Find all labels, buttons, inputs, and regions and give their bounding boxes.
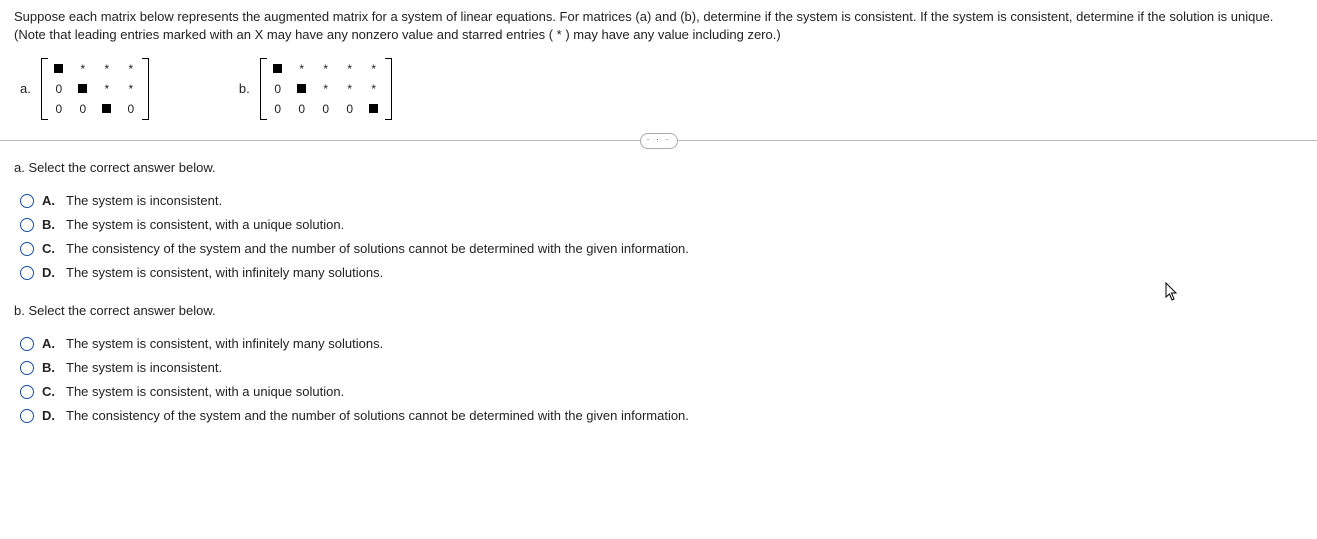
matrix-cell: 0 [124, 102, 138, 116]
matrix-cell: * [343, 82, 357, 96]
leading-entry-icon [102, 104, 111, 113]
section-divider: · · · [0, 140, 1317, 141]
leading-entry-icon [369, 104, 378, 113]
part-a-options: A. The system is inconsistent. B. The syste… [20, 192, 1303, 283]
matrix-cell: * [76, 62, 90, 76]
leading-entry-icon [78, 84, 87, 93]
matrix-cell: 0 [271, 82, 285, 96]
bracket-right-icon [385, 58, 392, 120]
option-letter: B. [42, 216, 58, 234]
matrix-cell [76, 82, 90, 96]
matrix-b-label: b. [239, 80, 250, 98]
matrix-cell: 0 [76, 102, 90, 116]
part-a-radio-d[interactable] [20, 266, 34, 280]
part-b-radio-d[interactable] [20, 409, 34, 423]
matrix-cell [52, 62, 66, 76]
leading-entry-icon [54, 64, 63, 73]
option-text: The consistency of the system and the nu… [66, 240, 689, 258]
option-row: A. The system is consistent, with infinit… [20, 335, 1303, 353]
leading-entry-icon [297, 84, 306, 93]
matrix-cell [100, 102, 114, 116]
option-text: The system is consistent, with a unique … [66, 216, 344, 234]
option-text: The system is inconsistent. [66, 192, 222, 210]
matrix-cell: * [367, 62, 381, 76]
option-letter: B. [42, 359, 58, 377]
part-b-radio-a[interactable] [20, 337, 34, 351]
matrix-cell: * [100, 62, 114, 76]
matrix-cell: 0 [319, 102, 333, 116]
option-text: The system is inconsistent. [66, 359, 222, 377]
matrix-b-group: b. ****0***0000 [239, 58, 392, 120]
part-b-radio-c[interactable] [20, 385, 34, 399]
question-text: Suppose each matrix below represents the… [14, 8, 1303, 44]
option-row: D. The system is consistent, with infinit… [20, 264, 1303, 282]
option-row: A. The system is inconsistent. [20, 192, 1303, 210]
option-row: D. The consistency of the system and the … [20, 407, 1303, 425]
option-text: The system is consistent, with infinitel… [66, 264, 383, 282]
option-letter: D. [42, 407, 58, 425]
part-a-prompt: a. Select the correct answer below. [14, 159, 1303, 177]
matrix-cell: * [100, 82, 114, 96]
bracket-right-icon [142, 58, 149, 120]
matrix-a-label: a. [20, 80, 31, 98]
part-a-radio-a[interactable] [20, 194, 34, 208]
option-letter: C. [42, 240, 58, 258]
matrix-cell: * [319, 82, 333, 96]
matrix-cell: 0 [52, 82, 66, 96]
bracket-left-icon [41, 58, 48, 120]
matrix-cell: 0 [52, 102, 66, 116]
option-text: The consistency of the system and the nu… [66, 407, 689, 425]
matrix-b: ****0***0000 [260, 58, 392, 120]
option-letter: A. [42, 192, 58, 210]
matrix-cell: * [295, 62, 309, 76]
option-text: The system is consistent, with infinitel… [66, 335, 383, 353]
matrix-cell: * [319, 62, 333, 76]
matrix-cell [295, 82, 309, 96]
matrix-cell: 0 [343, 102, 357, 116]
matrix-cell: * [124, 62, 138, 76]
matrix-cell [367, 102, 381, 116]
option-letter: A. [42, 335, 58, 353]
matrix-cell: 0 [295, 102, 309, 116]
part-a-radio-b[interactable] [20, 218, 34, 232]
option-text: The system is consistent, with a unique … [66, 383, 344, 401]
expand-button[interactable]: · · · [640, 133, 678, 149]
leading-entry-icon [273, 64, 282, 73]
part-a-radio-c[interactable] [20, 242, 34, 256]
option-row: B. The system is consistent, with a uniqu… [20, 216, 1303, 234]
option-letter: C. [42, 383, 58, 401]
matrix-cell: * [343, 62, 357, 76]
matrices-row: a. ***0**000 b. ****0***0000 [20, 58, 1303, 120]
option-row: B. The system is inconsistent. [20, 359, 1303, 377]
cursor-icon [1165, 282, 1181, 302]
matrix-cell: * [124, 82, 138, 96]
part-b-prompt: b. Select the correct answer below. [14, 302, 1303, 320]
matrix-cell [271, 62, 285, 76]
matrix-cell: 0 [271, 102, 285, 116]
matrix-cell: * [367, 82, 381, 96]
bracket-left-icon [260, 58, 267, 120]
part-b-options: A. The system is consistent, with infinit… [20, 335, 1303, 426]
matrix-a: ***0**000 [41, 58, 149, 120]
part-b-radio-b[interactable] [20, 361, 34, 375]
matrix-a-group: a. ***0**000 [20, 58, 149, 120]
option-letter: D. [42, 264, 58, 282]
option-row: C. The consistency of the system and the … [20, 240, 1303, 258]
option-row: C. The system is consistent, with a uniqu… [20, 383, 1303, 401]
